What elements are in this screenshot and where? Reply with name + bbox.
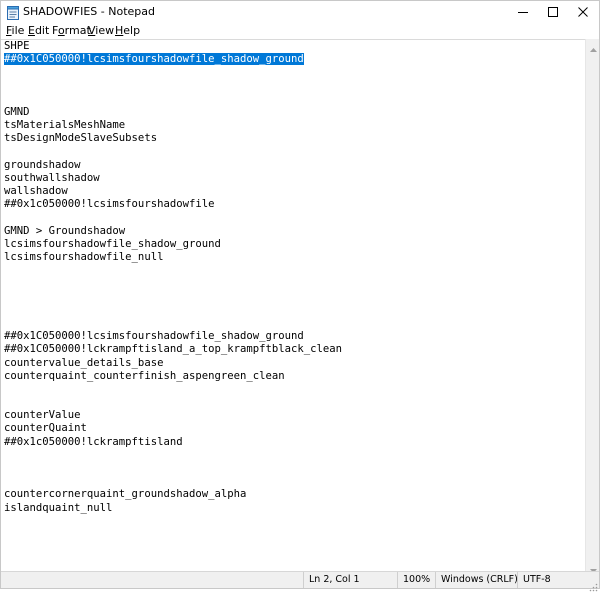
text-line — [4, 291, 342, 304]
notepad-window: SHADOWFIES - Notepad File Edit Format Vi… — [0, 0, 600, 592]
menu-file[interactable]: File — [6, 24, 24, 38]
text-line — [4, 146, 342, 159]
editor-lines: SHPE ##0x1C050000!lcsimsfourshadowfile_sh… — [4, 40, 342, 515]
text-line: tsMaterialsMeshName — [4, 119, 342, 132]
notepad-icon — [7, 5, 19, 20]
scroll-up-button[interactable] — [586, 39, 600, 53]
menu-view[interactable]: View — [88, 24, 114, 38]
line-text: southwallshadow — [4, 171, 100, 184]
line-ending: Windows (CRLF) — [435, 572, 518, 588]
line-text: ##0x1C050000!lcsimsfourshadowfile_shadow… — [4, 330, 304, 343]
line-text: ##0x1c050000!lcsimsfourshadowfile — [4, 198, 215, 211]
text-line — [4, 317, 342, 330]
text-line: tsDesignModeSlaveSubsets — [4, 132, 342, 145]
vertical-scrollbar[interactable] — [585, 39, 599, 574]
status-bar: Ln 2, Col 1 100% Windows (CRLF) UTF-8 — [1, 571, 599, 592]
line-text: lcsimsfourshadowfile_shadow_ground — [4, 237, 221, 250]
line-text: counterValue — [4, 409, 81, 422]
line-text: countercornerquaint_groundshadow_alpha — [4, 488, 247, 501]
text-line: ##0x1C050000!lckrampftisland_a_top_kramp… — [4, 343, 342, 356]
text-line — [4, 462, 342, 475]
encoding: UTF-8 — [517, 572, 585, 588]
resize-grip-icon[interactable] — [588, 577, 598, 592]
title-bar[interactable]: SHADOWFIES - Notepad — [1, 1, 599, 23]
window-title: SHADOWFIES - Notepad — [23, 5, 155, 18]
menu-edit[interactable]: Edit — [28, 24, 49, 38]
zoom-level: 100% — [397, 572, 435, 588]
line-text: ##0x1c050000!lckrampftisland — [4, 435, 183, 448]
menu-format[interactable]: Format — [52, 24, 91, 38]
line-text: SHPE — [4, 40, 30, 52]
text-line: islandquaint_null — [4, 502, 342, 515]
line-text: wallshadow — [4, 185, 68, 198]
text-line — [4, 449, 342, 462]
text-line — [4, 396, 342, 409]
line-text: counterquaint_counterfinish_aspengreen_c… — [4, 369, 285, 382]
text-line: ##0x1c050000!lckrampftisland — [4, 436, 342, 449]
close-icon — [578, 7, 588, 17]
text-line: southwallshadow — [4, 172, 342, 185]
line-text: islandquaint_null — [4, 501, 113, 514]
menu-bar: File Edit Format View Help — [1, 23, 599, 39]
text-line: counterValue — [4, 409, 342, 422]
text-line — [4, 383, 342, 396]
text-editor[interactable]: SHPE ##0x1C050000!lcsimsfourshadowfile_sh… — [1, 39, 585, 575]
text-line — [4, 66, 342, 79]
maximize-icon — [548, 7, 558, 17]
text-line: wallshadow — [4, 185, 342, 198]
text-line: counterquaint_counterfinish_aspengreen_c… — [4, 370, 342, 383]
minimize-icon — [518, 7, 528, 17]
text-line: counterQuaint — [4, 422, 342, 435]
text-line: ##0x1c050000!lcsimsfourshadowfile — [4, 198, 342, 211]
text-line — [4, 211, 342, 224]
text-line: ##0x1C050000!lcsimsfourshadowfile_shadow… — [4, 330, 342, 343]
text-line — [4, 304, 342, 317]
text-line: lcsimsfourshadowfile_null — [4, 251, 342, 264]
line-text: groundshadow — [4, 158, 81, 171]
text-line: countervalue_details_base — [4, 357, 342, 370]
line-text: lcsimsfourshadowfile_null — [4, 251, 164, 263]
text-line — [4, 93, 342, 106]
maximize-button[interactable] — [538, 1, 568, 23]
scroll-up-icon — [589, 37, 597, 56]
selected-text: ##0x1C050000!lcsimsfourshadowfile_shadow… — [4, 53, 304, 66]
text-line: GMND > Groundshadow — [4, 225, 342, 238]
line-text: countervalue_details_base — [4, 356, 164, 369]
text-line: ##0x1C050000!lcsimsfourshadowfile_shadow… — [4, 53, 342, 66]
text-line: groundshadow — [4, 159, 342, 172]
text-line: countercornerquaint_groundshadow_alpha — [4, 488, 342, 501]
text-line — [4, 80, 342, 93]
text-line: SHPE — [4, 40, 342, 53]
line-text: tsMaterialsMeshName — [4, 119, 126, 132]
line-text: GMND > Groundshadow — [4, 224, 126, 237]
line-text: tsDesignModeSlaveSubsets — [4, 132, 158, 145]
text-line — [4, 475, 342, 488]
minimize-button[interactable] — [508, 1, 538, 23]
line-text: GMND — [4, 105, 30, 118]
line-text: ##0x1C050000!lckrampftisland_a_top_kramp… — [4, 343, 343, 356]
text-line: GMND — [4, 106, 342, 119]
text-line: lcsimsfourshadowfile_shadow_ground — [4, 238, 342, 251]
text-line — [4, 277, 342, 290]
cursor-position: Ln 2, Col 1 — [303, 572, 397, 588]
line-text: counterQuaint — [4, 422, 87, 435]
menu-help[interactable]: Help — [115, 24, 140, 38]
close-button[interactable] — [568, 1, 598, 23]
text-line — [4, 264, 342, 277]
